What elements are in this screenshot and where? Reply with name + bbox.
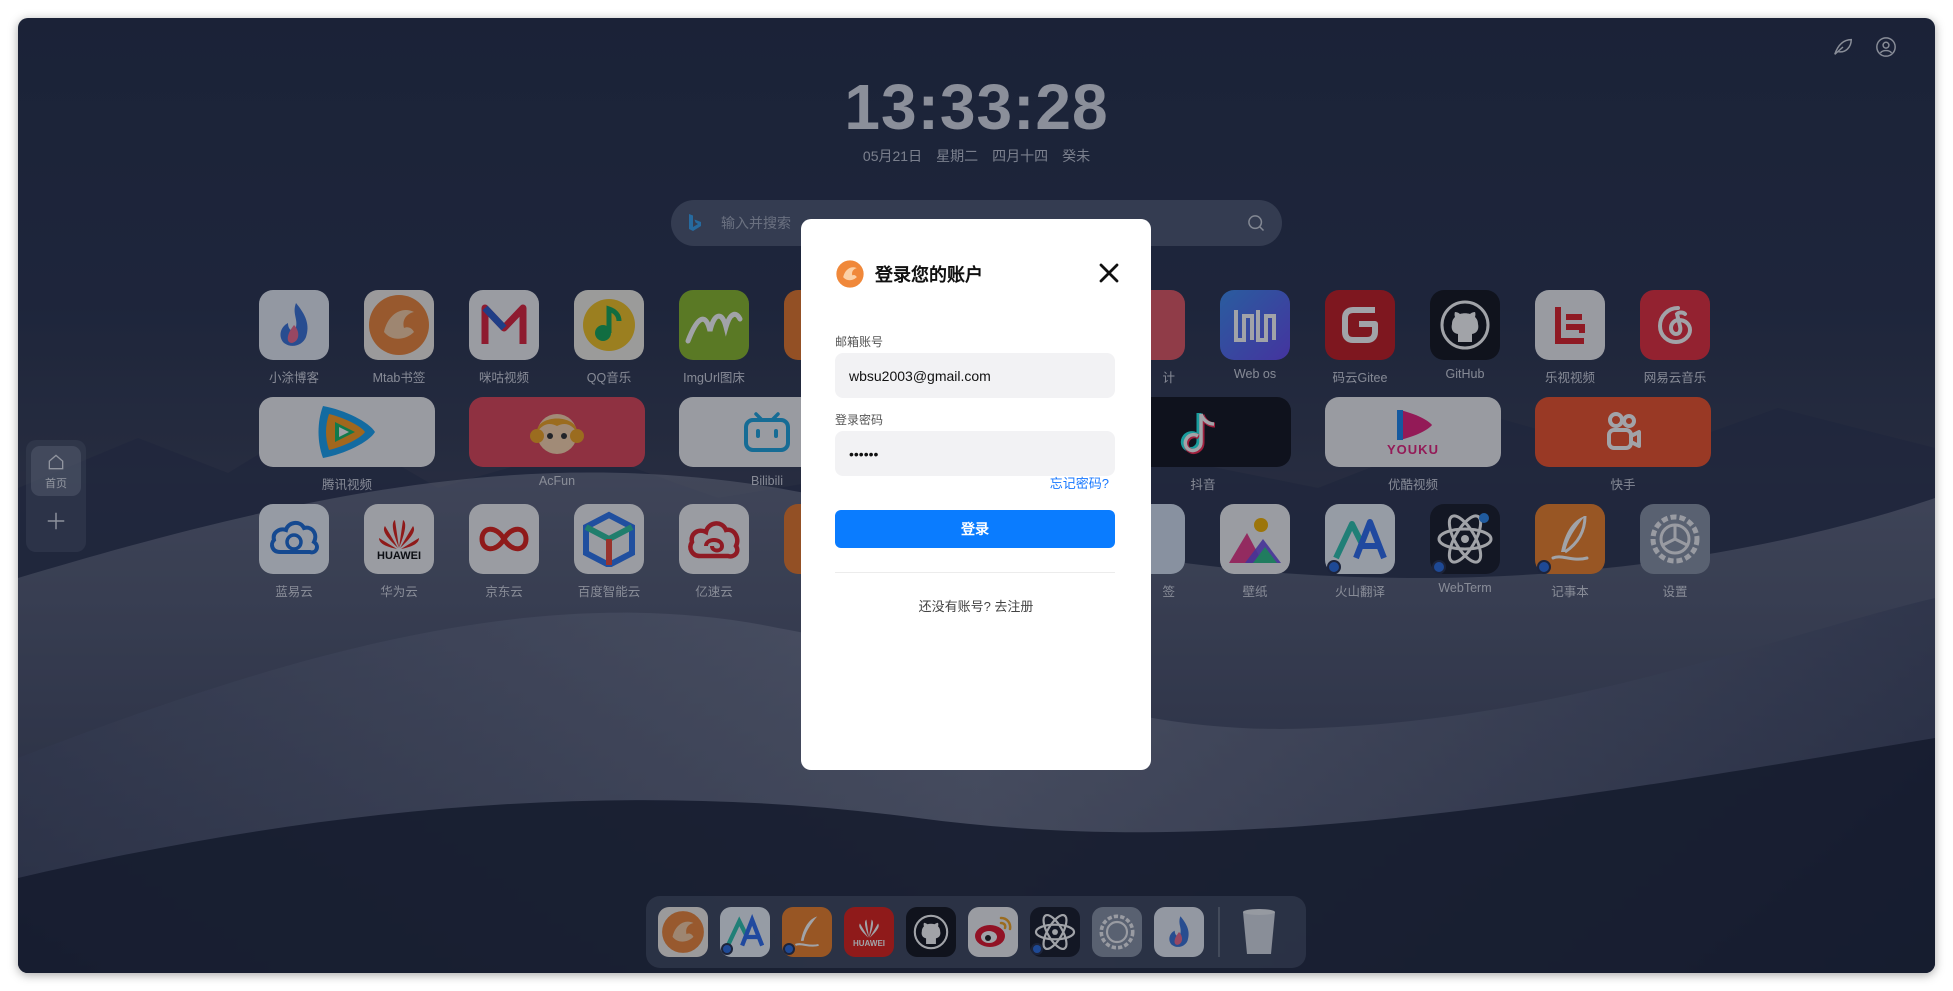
- no-account-text: 还没有账号?: [918, 599, 991, 614]
- password-label: 登录密码: [835, 413, 884, 427]
- login-button[interactable]: 登录: [835, 510, 1115, 548]
- mtab-logo-icon: [836, 260, 864, 288]
- register-prompt: 还没有账号? 去注册: [801, 596, 1151, 615]
- forgot-password-link[interactable]: 忘记密码?: [1050, 473, 1109, 492]
- email-field[interactable]: [835, 353, 1115, 398]
- password-field[interactable]: [835, 431, 1115, 476]
- login-title: 登录您的账户: [875, 265, 983, 285]
- login-header: 登录您的账户: [835, 259, 983, 289]
- email-label: 邮箱账号: [835, 335, 884, 349]
- login-dialog: 登录您的账户 邮箱账号 登录密码 忘记密码? 登录 还没有账号? 去注册: [801, 219, 1151, 770]
- divider: [835, 572, 1115, 573]
- desktop-window: 13:33:28 05月21日 星期二 四月十四 癸未 首页 小涂博客 Mtab…: [18, 18, 1935, 973]
- close-icon[interactable]: [1099, 263, 1119, 288]
- register-link[interactable]: 去注册: [994, 599, 1033, 614]
